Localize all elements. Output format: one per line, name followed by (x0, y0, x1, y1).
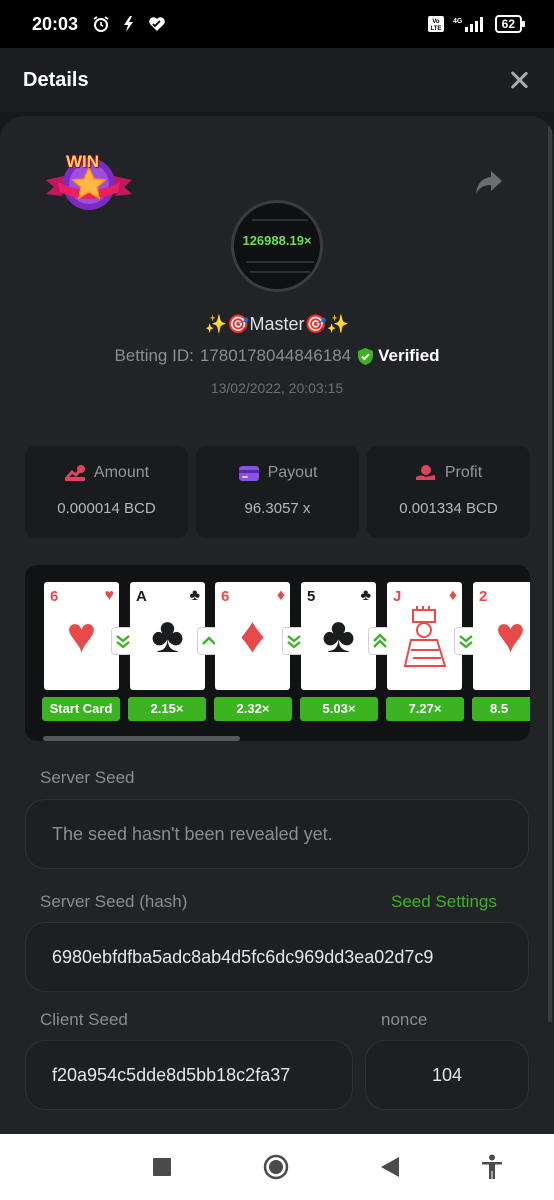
playing-card: 6 ♥ ♥ (44, 582, 119, 690)
shield-check-icon (358, 347, 374, 365)
playing-card: 6 ♦ ♦ (215, 582, 290, 690)
alarm-icon (93, 16, 109, 32)
close-button[interactable] (507, 68, 531, 92)
recents-icon[interactable] (153, 1158, 171, 1176)
multiplier-chip: 8.5 (472, 697, 530, 721)
profit-icon (415, 465, 435, 480)
betting-id-row: Betting ID: 1780178044846184 Verified (0, 346, 554, 366)
home-icon[interactable] (263, 1154, 289, 1180)
health-heart-icon (149, 17, 165, 31)
stat-profit: Profit 0.001334 BCD (367, 446, 530, 538)
avatar-multiplier: 126988.19× (242, 233, 312, 248)
card-suit: ♣ (360, 587, 372, 604)
card-suit: ♦ (276, 587, 285, 604)
nonce-label: nonce (381, 1010, 428, 1029)
accessibility-icon[interactable] (481, 1154, 503, 1180)
card-rank: 6 (221, 588, 230, 605)
card-rank: 6 (50, 588, 59, 605)
username: ✨🎯Master🎯✨ (204, 314, 350, 334)
card-rank: 5 (307, 588, 316, 605)
club-icon: ♣ (322, 607, 355, 663)
status-bar: 20:03 Vo LTE 4G 62 (0, 0, 554, 48)
playing-card: 2 ♥ (473, 582, 530, 690)
diamond-icon: ♦ (239, 607, 266, 663)
playing-card: 5 ♣ ♣ (301, 582, 376, 690)
win-badge-text: WIN (66, 152, 100, 171)
betting-id: 1780178044846184 (199, 346, 352, 365)
multiplier-chip: 5.03× (300, 697, 378, 721)
jack-face-icon (403, 606, 447, 667)
stat-value: 96.3057 x (244, 500, 311, 517)
card-rank: A (136, 588, 147, 605)
stats-row: Amount 0.000014 BCD Payout 96.3057 x Pro… (25, 446, 530, 538)
card-suit: ♦ (448, 587, 457, 604)
back-icon[interactable] (381, 1157, 399, 1177)
amount-icon (64, 465, 85, 481)
system-nav-bar (0, 1134, 554, 1200)
seed-settings-link[interactable]: Seed Settings (391, 892, 497, 912)
volte-icon: VoLTE (427, 16, 444, 32)
server-seed-field[interactable]: The seed hasn't been revealed yet. (25, 799, 529, 869)
status-time: 20:03 (32, 13, 79, 34)
verified-label: Verified (378, 346, 440, 365)
cards-history-panel[interactable]: 6 ♥ ♥ Start Card A ♣ ♣ 2.15× 6 ♦ ♦ 2.32× (25, 565, 530, 741)
card-suit: ♣ (189, 587, 201, 604)
card-rank: 2 (479, 588, 488, 605)
heart-icon: ♥ (66, 607, 97, 663)
stat-value: 0.001334 BCD (399, 500, 498, 517)
svg-text:LTE: LTE (430, 26, 441, 32)
signal-4g-icon: 4G (453, 17, 483, 32)
client-seed-field[interactable]: f20a954c5dde8d5bb18c2fa37 (25, 1040, 353, 1110)
betting-id-label: Betting ID: (114, 346, 194, 365)
club-icon: ♣ (151, 607, 184, 663)
scrollbar[interactable] (548, 126, 552, 1022)
avatar: 126988.19× (231, 200, 323, 292)
stat-amount: Amount 0.000014 BCD (25, 446, 188, 538)
stat-value: 0.000014 BCD (57, 500, 156, 517)
stat-label: Payout (267, 464, 318, 481)
battery-icon: 62 (494, 15, 526, 33)
cards-scrollbar[interactable] (43, 736, 240, 741)
svg-text:4G: 4G (453, 18, 463, 25)
details-sheet: WIN 126988.19× ✨🎯Master🎯✨ Betting ID: 17… (0, 116, 554, 1134)
header: Details (0, 48, 554, 112)
client-seed-label: Client Seed (40, 1010, 128, 1029)
card-suit: ♥ (104, 587, 115, 604)
nonce-field[interactable]: 104 (365, 1040, 529, 1110)
multiplier-chip: 2.32× (214, 697, 292, 721)
flash-icon (124, 16, 134, 32)
payout-card-icon (238, 465, 259, 481)
multiplier-chip: 7.27× (386, 697, 464, 721)
stat-label: Amount (93, 464, 150, 481)
page-title: Details (23, 68, 89, 91)
server-seed-label: Server Seed (40, 768, 135, 787)
multiplier-chip: Start Card (42, 697, 120, 721)
playing-card: J ♦ (387, 582, 462, 690)
playing-card: A ♣ ♣ (130, 582, 205, 690)
server-seed-hash-field[interactable]: 6980ebfdfba5adc8ab4d5fc6dc969dd3ea02d7c9 (25, 922, 529, 992)
share-icon[interactable] (474, 168, 504, 196)
stat-label: Profit (444, 464, 483, 481)
bet-timestamp: 13/02/2022, 20:03:15 (210, 380, 344, 396)
multiplier-chip: 2.15× (128, 697, 206, 721)
server-seed-hash-label: Server Seed (hash) (40, 892, 188, 911)
verified-badge: Verified (357, 346, 440, 366)
card-rank: J (393, 588, 402, 605)
heart-icon: ♥ (495, 607, 526, 663)
stat-payout: Payout 96.3057 x (196, 446, 359, 538)
svg-text:Vo: Vo (432, 19, 440, 25)
